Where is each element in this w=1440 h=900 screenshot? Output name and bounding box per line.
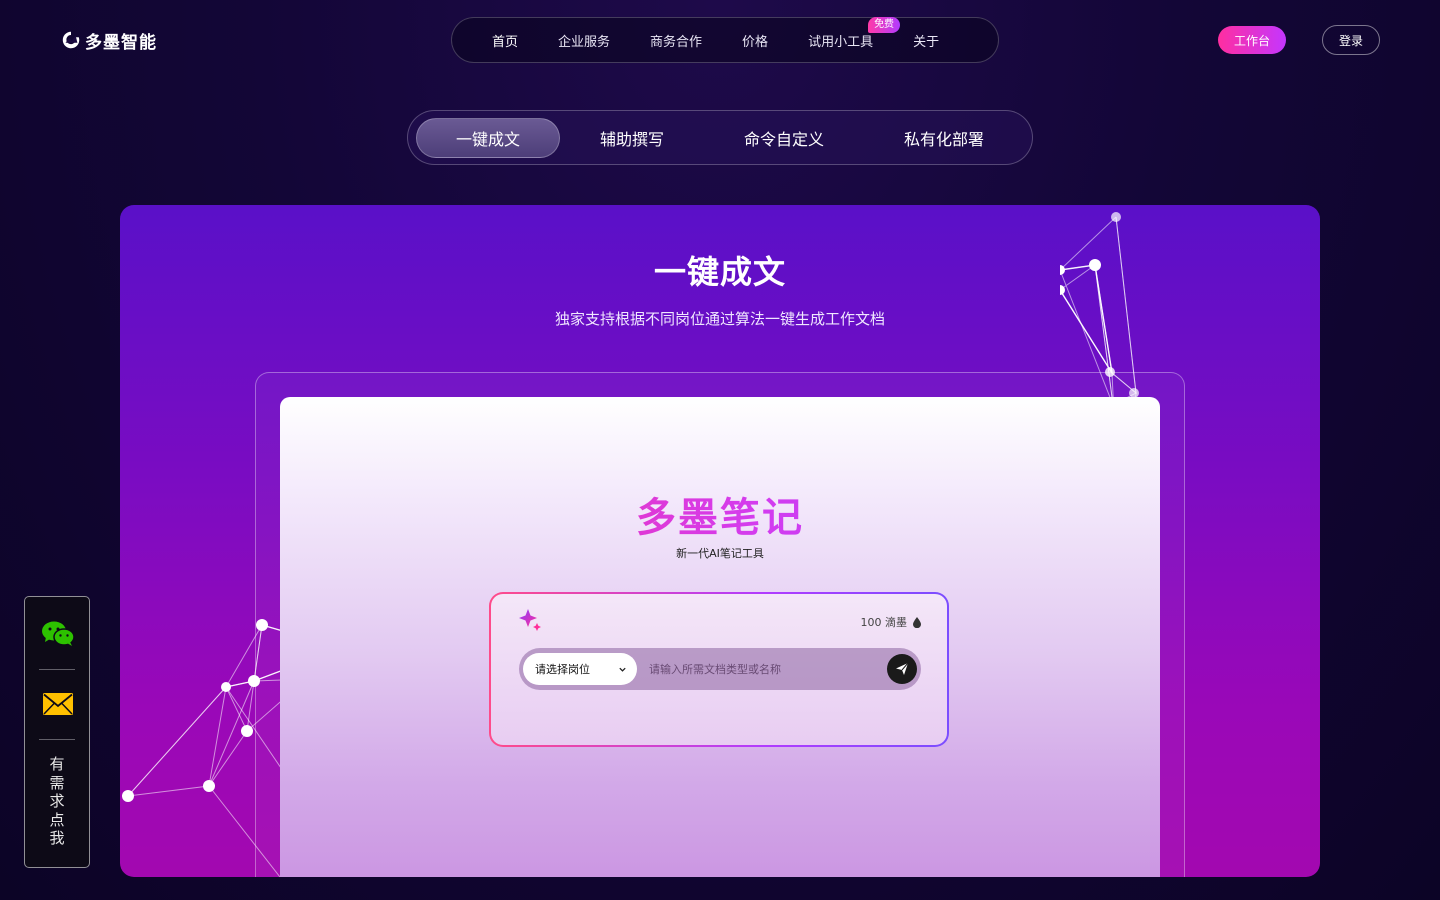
nav-pricing[interactable]: 价格 xyxy=(742,31,768,50)
contact-float-bar: 有 需 求 点 我 xyxy=(24,596,90,868)
sparkle-icon xyxy=(519,609,541,631)
nav-home[interactable]: 首页 xyxy=(492,31,518,50)
doc-type-input[interactable] xyxy=(637,653,887,685)
feature-tabs: 一键成文 辅助撰写 命令自定义 私有化部署 xyxy=(407,110,1033,165)
compose-box: 100 滴墨 请选择岗位 xyxy=(489,592,949,747)
login-button[interactable]: 登录 xyxy=(1322,25,1380,55)
hero-subtitle: 独家支持根据不同岗位通过算法一键生成工作文档 xyxy=(554,310,885,328)
app-preview-window: 多墨笔记 新一代AI笔记工具 100 滴墨 请选择岗位 请输入所需文档类型或名称 xyxy=(280,397,1160,877)
workbench-button[interactable]: 工作台 xyxy=(1218,26,1286,54)
contact-char: 我 xyxy=(49,829,65,847)
generate-input-row: 请选择岗位 xyxy=(519,648,921,690)
ink-balance-text: 100 滴墨 xyxy=(860,616,908,629)
nav-tools[interactable]: 试用小工具 免费 xyxy=(808,16,901,50)
app-tagline: 新一代AI笔记工具 xyxy=(676,547,764,560)
hero-title: 一键成文 xyxy=(653,253,786,291)
nav-enterprise[interactable]: 企业服务 xyxy=(558,31,610,50)
tab-one-click[interactable]: 一键成文 xyxy=(416,117,560,158)
tab-assist-writing[interactable]: 辅助撰写 xyxy=(560,118,704,158)
hero-panel: 一键成文 独家支持根据不同岗位通过算法一键生成工作文档 多墨笔记 新一代AI笔记… xyxy=(120,205,1320,877)
nav-about[interactable]: 关于 xyxy=(913,31,939,50)
contact-divider-1 xyxy=(39,669,75,670)
brand-name: 多墨智能 xyxy=(85,32,157,53)
ink-drop-icon xyxy=(913,616,921,628)
contact-char: 需 xyxy=(49,773,65,792)
nav-tools-label: 试用小工具 xyxy=(808,34,874,50)
contact-char: 有 xyxy=(49,755,65,773)
wechat-icon[interactable] xyxy=(41,621,75,647)
tab-private-deploy[interactable]: 私有化部署 xyxy=(864,118,1024,158)
ink-balance: 100 滴墨 xyxy=(860,614,921,630)
free-badge: 免费 xyxy=(868,16,901,33)
mail-icon[interactable] xyxy=(43,693,73,715)
nav-business[interactable]: 商务合作 xyxy=(650,31,702,50)
tab-custom-command[interactable]: 命令自定义 xyxy=(704,118,864,158)
logo-icon xyxy=(62,31,80,49)
send-button[interactable] xyxy=(887,654,917,684)
brand-logo[interactable]: 多墨智能 xyxy=(60,28,157,53)
contact-me-link[interactable]: 有 需 求 点 我 xyxy=(25,755,89,848)
role-select-value: 请选择岗位 xyxy=(535,663,590,676)
top-nav: 首页 企业服务 商务合作 价格 试用小工具 免费 关于 xyxy=(451,16,999,63)
contact-divider-2 xyxy=(39,739,75,740)
role-select[interactable]: 请选择岗位 xyxy=(523,653,637,685)
contact-char: 求 xyxy=(49,792,65,810)
send-icon xyxy=(896,662,909,675)
contact-char: 点 xyxy=(49,810,65,829)
app-logo-text: 多墨笔记 xyxy=(280,485,1160,543)
chevron-down-icon xyxy=(619,667,626,672)
